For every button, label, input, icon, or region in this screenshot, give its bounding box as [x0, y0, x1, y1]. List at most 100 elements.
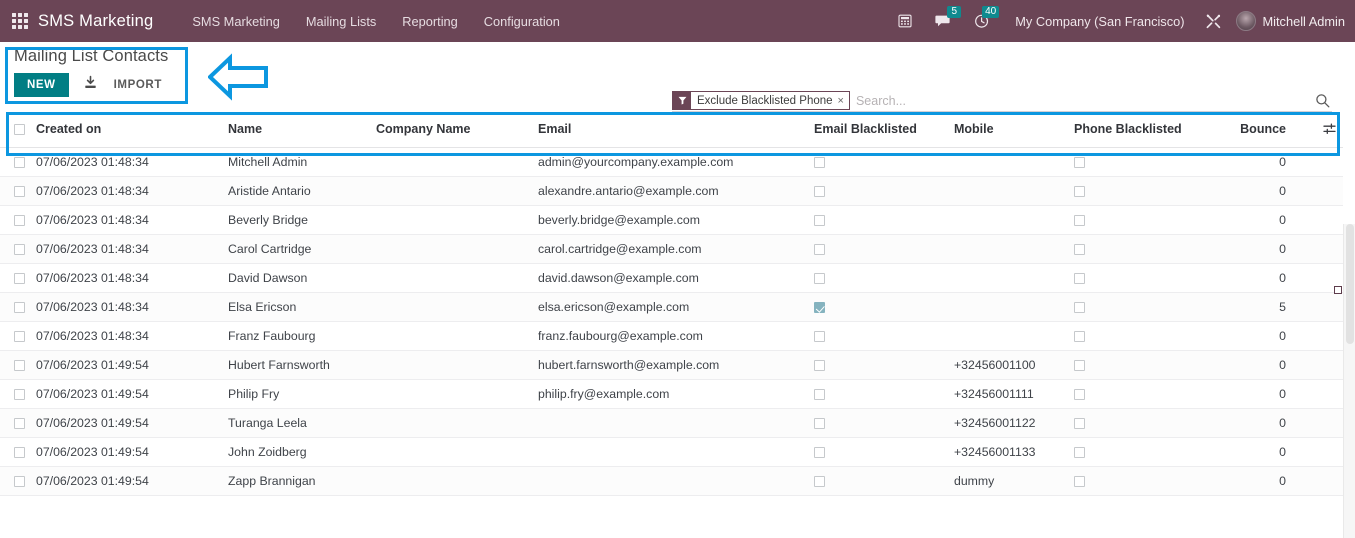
- contacts-list-view: Created on Name Company Name Email Email…: [0, 112, 1355, 538]
- phone-blacklisted-checkbox[interactable]: [1074, 476, 1085, 488]
- menu-item-sms-marketing[interactable]: SMS Marketing: [179, 8, 292, 35]
- email-blacklisted-checkbox[interactable]: [814, 302, 825, 314]
- cell-spacer: [1316, 147, 1343, 177]
- row-select-checkbox[interactable]: [14, 186, 25, 198]
- table-row[interactable]: 07/06/2023 01:48:34 Franz Faubourg franz.f…: [0, 321, 1343, 351]
- table-row[interactable]: 07/06/2023 01:48:34 Aristide Antario alexa…: [0, 176, 1343, 206]
- email-blacklisted-checkbox[interactable]: [814, 273, 825, 285]
- table-row[interactable]: 07/06/2023 01:49:54 John Zoidberg +3245600…: [0, 437, 1343, 467]
- email-blacklisted-checkbox[interactable]: [814, 360, 825, 372]
- cell-name: David Dawson: [228, 263, 376, 293]
- cell-bounce: 0: [1220, 263, 1316, 293]
- cell-email-blacklisted: [814, 263, 954, 293]
- email-blacklisted-checkbox[interactable]: [814, 157, 825, 169]
- company-switcher[interactable]: My Company (San Francisco): [1001, 14, 1194, 29]
- remove-facet-icon[interactable]: ×: [838, 95, 849, 107]
- voip-phone-icon[interactable]: [886, 13, 924, 29]
- cell-name: Zapp Brannigan: [228, 466, 376, 496]
- email-blacklisted-checkbox[interactable]: [814, 389, 825, 401]
- select-all-checkbox[interactable]: [14, 124, 25, 136]
- row-select-checkbox[interactable]: [14, 244, 25, 256]
- row-select-checkbox[interactable]: [14, 360, 25, 372]
- sliders-adjust-icon[interactable]: [1316, 122, 1343, 136]
- email-blacklisted-checkbox[interactable]: [814, 244, 825, 256]
- phone-blacklisted-checkbox[interactable]: [1074, 447, 1085, 459]
- email-blacklisted-checkbox[interactable]: [814, 215, 825, 227]
- cell-phone-blacklisted: [1074, 205, 1220, 235]
- row-select-checkbox[interactable]: [14, 476, 25, 488]
- phone-blacklisted-checkbox[interactable]: [1074, 418, 1085, 430]
- cell-email: elsa.ericson@example.com: [538, 292, 814, 322]
- phone-blacklisted-checkbox[interactable]: [1074, 302, 1085, 314]
- table-row[interactable]: 07/06/2023 01:48:34 David Dawson david.daw…: [0, 263, 1343, 293]
- cell-mobile: +32456001122: [954, 408, 1074, 438]
- cell-bounce: 0: [1220, 147, 1316, 177]
- table-row[interactable]: 07/06/2023 01:49:54 Hubert Farnsworth hube…: [0, 350, 1343, 380]
- column-header-email-blacklisted[interactable]: Email Blacklisted: [814, 112, 954, 148]
- row-select-cell: [0, 379, 36, 409]
- phone-blacklisted-checkbox[interactable]: [1074, 215, 1085, 227]
- row-select-checkbox[interactable]: [14, 215, 25, 227]
- column-header-email[interactable]: Email: [538, 112, 814, 148]
- row-select-checkbox[interactable]: [14, 447, 25, 459]
- table-row[interactable]: 07/06/2023 01:49:54 Turanga Leela +3245600…: [0, 408, 1343, 438]
- row-select-checkbox[interactable]: [14, 157, 25, 169]
- column-header-created-on[interactable]: Created on: [36, 112, 228, 148]
- cell-email: philip.fry@example.com: [538, 379, 814, 409]
- phone-blacklisted-checkbox[interactable]: [1074, 157, 1085, 169]
- search-facet-exclude-blacklisted-phone[interactable]: Exclude Blacklisted Phone ×: [672, 91, 850, 110]
- cell-created-on: 07/06/2023 01:48:34: [36, 205, 228, 235]
- messages-icon[interactable]: 5: [924, 6, 963, 29]
- phone-blacklisted-checkbox[interactable]: [1074, 244, 1085, 256]
- menu-item-configuration[interactable]: Configuration: [471, 8, 573, 35]
- email-blacklisted-checkbox[interactable]: [814, 418, 825, 430]
- scrollbar-thumb[interactable]: [1346, 224, 1354, 344]
- table-row[interactable]: 07/06/2023 01:48:34 Carol Cartridge carol.…: [0, 234, 1343, 264]
- email-blacklisted-checkbox[interactable]: [814, 476, 825, 488]
- import-label: IMPORT: [113, 79, 162, 91]
- vertical-scrollbar[interactable]: [1343, 224, 1355, 538]
- tools-wrench-icon[interactable]: [1195, 13, 1232, 30]
- cell-name: John Zoidberg: [228, 437, 376, 467]
- activities-clock-icon[interactable]: 40: [963, 6, 1001, 29]
- row-select-checkbox[interactable]: [14, 389, 25, 401]
- search-magnifier-icon[interactable]: [1307, 93, 1332, 108]
- cell-phone-blacklisted: [1074, 292, 1220, 322]
- table-row[interactable]: 07/06/2023 01:48:34 Mitchell Admin admin@y…: [0, 147, 1343, 177]
- app-brand-title[interactable]: SMS Marketing: [38, 12, 153, 31]
- cell-email-blacklisted: [814, 292, 954, 322]
- menu-item-mailing-lists[interactable]: Mailing Lists: [293, 8, 389, 35]
- column-header-company-name[interactable]: Company Name: [376, 112, 538, 148]
- email-blacklisted-checkbox[interactable]: [814, 447, 825, 459]
- column-header-mobile[interactable]: Mobile: [954, 112, 1074, 148]
- column-header-bounce[interactable]: Bounce: [1220, 112, 1316, 148]
- user-menu[interactable]: Mitchell Admin: [1232, 11, 1345, 31]
- new-button[interactable]: NEW: [14, 73, 69, 97]
- row-select-cell: [0, 176, 36, 206]
- cell-phone-blacklisted: [1074, 234, 1220, 264]
- row-select-checkbox[interactable]: [14, 302, 25, 314]
- row-select-checkbox[interactable]: [14, 418, 25, 430]
- table-row[interactable]: 07/06/2023 01:49:54 Philip Fry philip.fry@…: [0, 379, 1343, 409]
- cell-created-on: 07/06/2023 01:48:34: [36, 176, 228, 206]
- column-header-name[interactable]: Name: [228, 112, 376, 148]
- phone-blacklisted-checkbox[interactable]: [1074, 331, 1085, 343]
- column-header-phone-blacklisted[interactable]: Phone Blacklisted: [1074, 112, 1220, 148]
- row-select-checkbox[interactable]: [14, 273, 25, 285]
- import-button[interactable]: IMPORT: [83, 75, 162, 95]
- cell-email-blacklisted: [814, 379, 954, 409]
- phone-blacklisted-checkbox[interactable]: [1074, 186, 1085, 198]
- apps-grid-icon[interactable]: [12, 13, 28, 29]
- phone-blacklisted-checkbox[interactable]: [1074, 389, 1085, 401]
- email-blacklisted-checkbox[interactable]: [814, 186, 825, 198]
- phone-blacklisted-checkbox[interactable]: [1074, 360, 1085, 372]
- table-row[interactable]: 07/06/2023 01:49:54 Zapp Brannigan dummy 0: [0, 466, 1343, 496]
- email-blacklisted-checkbox[interactable]: [814, 331, 825, 343]
- table-row[interactable]: 07/06/2023 01:48:34 Elsa Ericson elsa.eric…: [0, 292, 1343, 322]
- search-input[interactable]: [849, 93, 1307, 108]
- cell-company-name: [376, 147, 538, 177]
- table-row[interactable]: 07/06/2023 01:48:34 Beverly Bridge beverly…: [0, 205, 1343, 235]
- phone-blacklisted-checkbox[interactable]: [1074, 273, 1085, 285]
- menu-item-reporting[interactable]: Reporting: [389, 8, 471, 35]
- row-select-checkbox[interactable]: [14, 331, 25, 343]
